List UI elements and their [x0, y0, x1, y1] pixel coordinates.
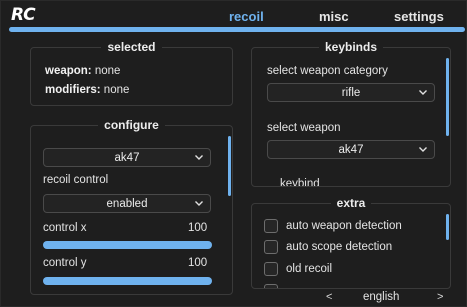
old-recoil-option[interactable]: old recoil	[264, 261, 332, 277]
tab-accent-bar	[9, 27, 465, 32]
extra-scrollbar[interactable]	[446, 214, 449, 240]
modifiers-label: modifiers:	[45, 84, 101, 96]
tab-misc[interactable]: misc	[319, 9, 349, 24]
weapon-value: none	[94, 65, 121, 77]
control-x-label: control x	[43, 222, 87, 234]
auto-scope-detection-option[interactable]: auto scope detection	[264, 239, 392, 255]
select-weapon-label: select weapon	[267, 122, 341, 134]
selected-title: selected	[31, 40, 232, 54]
control-y-value: 100	[188, 257, 208, 269]
recoil-control-dropdown-value: enabled	[106, 197, 148, 210]
control-x-slider[interactable]	[43, 241, 212, 249]
configure-weapon-dropdown[interactable]: ak47	[43, 148, 211, 167]
checkbox-icon[interactable]	[264, 219, 278, 233]
weapon-category-dropdown-value: rifle	[341, 86, 361, 99]
control-y-slider[interactable]	[43, 277, 212, 285]
logo: RC	[11, 5, 36, 25]
recoil-control-label: recoil control	[43, 174, 109, 186]
old-recoil-label: old recoil	[286, 263, 333, 275]
chevron-down-icon	[419, 147, 427, 152]
partial-option	[264, 283, 286, 288]
checkbox-icon[interactable]	[264, 262, 278, 276]
control-x-slider-fill	[43, 241, 212, 249]
chevron-down-icon	[419, 90, 427, 95]
keybinds-scrollbar[interactable]	[446, 58, 449, 136]
weapon-category-label: select weapon category	[267, 65, 388, 77]
language-next-button[interactable]: >	[437, 291, 443, 303]
weapon-label: weapon:	[45, 65, 92, 77]
configure-scrollbar[interactable]	[228, 136, 231, 196]
tab-recoil[interactable]: recoil	[229, 9, 264, 24]
chevron-down-icon	[195, 201, 203, 206]
control-x-value: 100	[188, 222, 208, 234]
select-weapon-dropdown[interactable]: ak47	[267, 140, 435, 159]
chevron-down-icon	[195, 155, 203, 160]
checkbox-icon	[264, 284, 278, 288]
keybinds-group: keybinds select weapon category rifle se…	[251, 40, 451, 187]
recoil-control-dropdown[interactable]: enabled	[43, 194, 211, 213]
configure-weapon-dropdown-value: ak47	[114, 151, 140, 164]
auto-weapon-detection-option[interactable]: auto weapon detection	[264, 218, 402, 234]
select-weapon-dropdown-value: ak47	[338, 143, 364, 156]
selected-modifiers-row: modifiers: none	[45, 84, 129, 96]
header: RC recoil misc settings	[1, 1, 467, 32]
tab-settings[interactable]: settings	[394, 9, 444, 24]
language-label: english	[363, 291, 400, 303]
checkbox-icon[interactable]	[264, 240, 278, 254]
selected-group: selected weapon: none modifiers: none	[30, 40, 233, 106]
modifiers-value: none	[103, 84, 130, 96]
selected-weapon-row: weapon: none	[45, 65, 120, 77]
language-prev-button[interactable]: <	[326, 291, 332, 303]
control-y-slider-fill	[43, 277, 212, 285]
weapon-category-dropdown[interactable]: rifle	[267, 83, 435, 102]
control-y-label: control y	[43, 257, 87, 269]
auto-scope-detection-label: auto scope detection	[286, 241, 393, 253]
extra-group: extra auto weapon detection auto scope d…	[251, 196, 451, 289]
auto-weapon-detection-label: auto weapon detection	[286, 220, 402, 232]
configure-group: configure ak47 recoil control enabled co…	[30, 118, 233, 295]
app-window: RC recoil misc settings selected weapon:…	[0, 0, 467, 307]
keybind-label-partial: keybind	[280, 178, 320, 186]
